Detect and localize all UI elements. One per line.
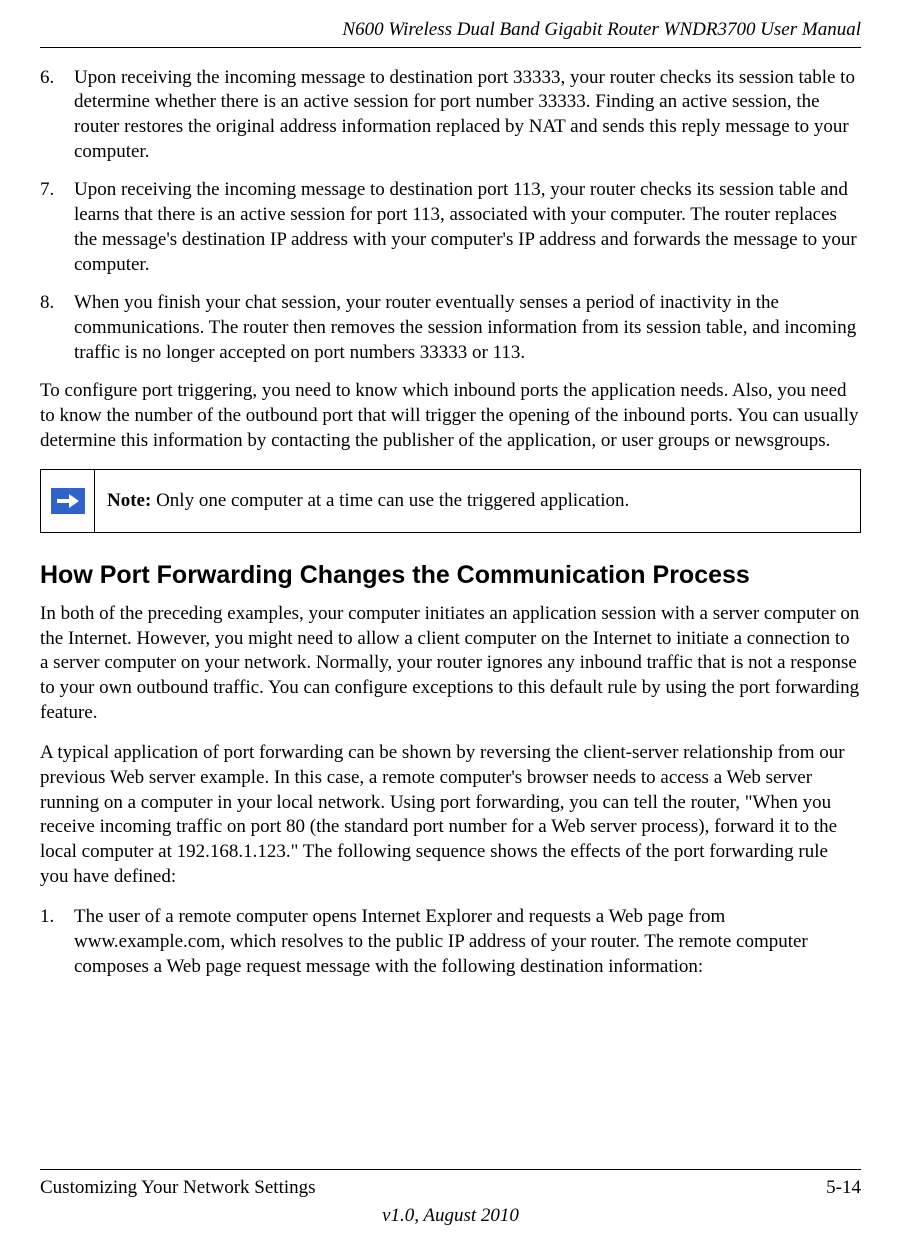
header-rule xyxy=(40,47,861,48)
footer-rule xyxy=(40,1169,861,1170)
body-paragraph: To configure port triggering, you need t… xyxy=(40,379,861,453)
list-item: 6. Upon receiving the incoming message t… xyxy=(40,66,861,165)
body-paragraph: In both of the preceding examples, your … xyxy=(40,602,861,725)
ordered-list-continued: 6. Upon receiving the incoming message t… xyxy=(40,66,861,366)
list-item: 7. Upon receiving the incoming message t… xyxy=(40,178,861,277)
list-item: 8. When you finish your chat session, yo… xyxy=(40,291,861,365)
arrow-right-icon xyxy=(51,488,85,514)
list-number: 7. xyxy=(40,178,74,277)
ordered-list: 1. The user of a remote computer opens I… xyxy=(40,905,861,979)
note-text: Note: Only one computer at a time can us… xyxy=(95,470,860,532)
page: N600 Wireless Dual Band Gigabit Router W… xyxy=(0,0,901,1247)
running-header: N600 Wireless Dual Band Gigabit Router W… xyxy=(40,18,861,43)
list-text: Upon receiving the incoming message to d… xyxy=(74,178,861,277)
note-body: Only one computer at a time can use the … xyxy=(151,490,629,511)
list-item: 1. The user of a remote computer opens I… xyxy=(40,905,861,979)
list-number: 6. xyxy=(40,66,74,165)
page-footer: Customizing Your Network Settings 5-14 v… xyxy=(40,1169,861,1229)
list-number: 8. xyxy=(40,291,74,365)
note-icon-cell xyxy=(41,470,95,532)
list-text: Upon receiving the incoming message to d… xyxy=(74,66,861,165)
footer-line: Customizing Your Network Settings 5-14 xyxy=(40,1176,861,1201)
list-text: When you finish your chat session, your … xyxy=(74,291,861,365)
footer-section-title: Customizing Your Network Settings xyxy=(40,1176,316,1201)
list-text: The user of a remote computer opens Inte… xyxy=(74,905,861,979)
footer-page-number: 5-14 xyxy=(826,1176,861,1201)
note-label: Note: xyxy=(107,490,151,511)
list-number: 1. xyxy=(40,905,74,979)
footer-version: v1.0, August 2010 xyxy=(40,1204,861,1229)
body-paragraph: A typical application of port forwarding… xyxy=(40,741,861,889)
note-box: Note: Only one computer at a time can us… xyxy=(40,469,861,533)
section-heading: How Port Forwarding Changes the Communic… xyxy=(40,559,861,592)
